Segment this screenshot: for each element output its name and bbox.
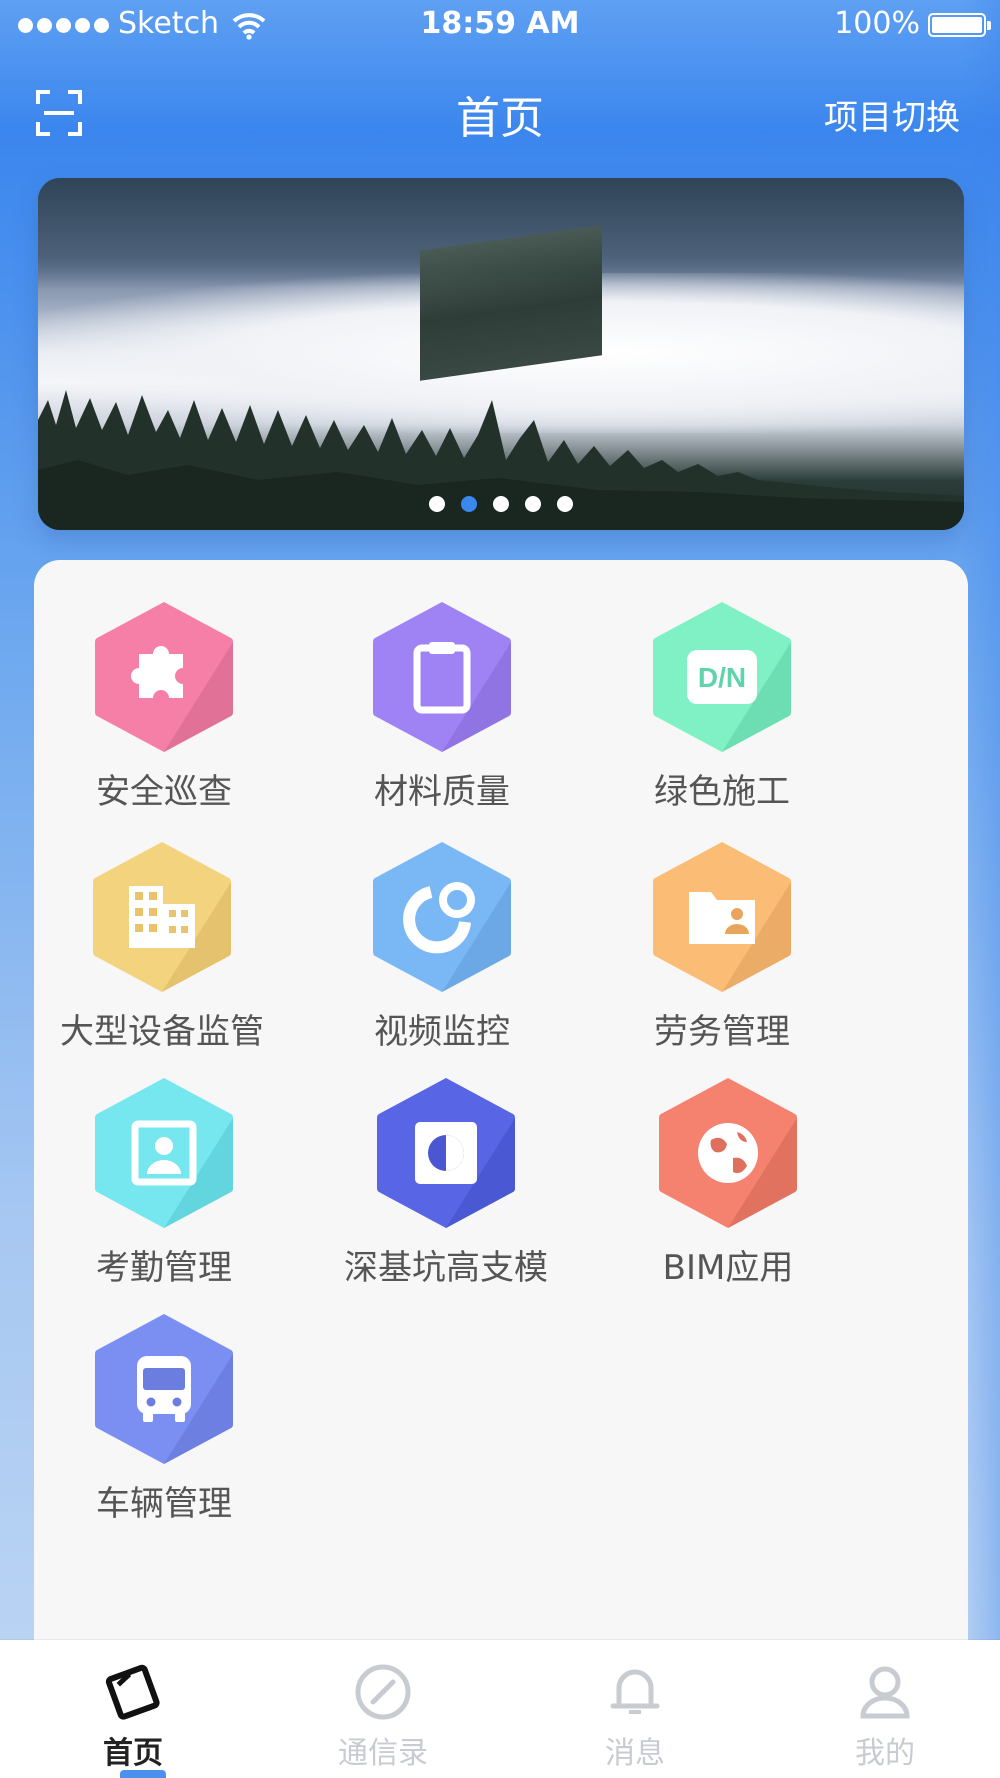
module-label: 考勤管理: [96, 1248, 232, 1288]
module-label: 绿色施工: [654, 772, 790, 812]
module-tile[interactable]: 深基坑高支模: [316, 1078, 576, 1289]
globe-icon: [659, 1078, 797, 1228]
module-label: 大型设备监管: [60, 1012, 264, 1052]
tab-item[interactable]: 首页: [8, 1640, 258, 1778]
tab-label: 首页: [103, 1736, 163, 1771]
folder-person-icon: [653, 842, 791, 992]
tab-label: 我的: [855, 1736, 915, 1771]
banner-carousel[interactable]: [38, 178, 964, 530]
module-tile[interactable]: 劳务管理: [592, 842, 852, 1053]
tab-bar: 首页 通信录 消息 我的: [0, 1640, 1000, 1778]
compass-icon: [355, 1664, 411, 1720]
svg-text:D/N: D/N: [698, 662, 746, 693]
module-label: BIM应用: [662, 1248, 794, 1288]
clipboard-icon: [373, 602, 511, 752]
module-tile[interactable]: 大型设备监管: [32, 842, 292, 1053]
module-tile[interactable]: 安全巡查: [34, 602, 294, 813]
carousel-dot[interactable]: [525, 496, 541, 512]
tab-label: 通信录: [338, 1736, 428, 1771]
camera-icon: [373, 842, 511, 992]
battery-percent: 100%: [834, 6, 920, 41]
module-label: 安全巡查: [96, 772, 232, 812]
module-label: 车辆管理: [96, 1484, 232, 1524]
module-tile[interactable]: 视频监控: [312, 842, 572, 1053]
user-icon: [860, 1666, 910, 1719]
carousel-indicators[interactable]: [38, 496, 964, 512]
tab-item[interactable]: 消息: [510, 1640, 760, 1778]
status-bar: Sketch 18:59 AM 100%: [0, 0, 1000, 52]
module-tile[interactable]: 考勤管理: [34, 1078, 294, 1289]
bell-icon: [610, 1669, 660, 1714]
module-tile[interactable]: 车辆管理: [34, 1314, 294, 1525]
battery-icon: [928, 13, 991, 37]
bus-icon: [95, 1314, 233, 1464]
carousel-dot[interactable]: [493, 496, 509, 512]
puzzle-icon: [95, 602, 233, 752]
module-label: 深基坑高支模: [344, 1248, 548, 1288]
home-card-icon: [105, 1664, 160, 1720]
module-tile[interactable]: D/N 绿色施工: [592, 602, 852, 813]
module-tile[interactable]: 材料质量: [312, 602, 572, 813]
project-switch-button[interactable]: 项目切换: [824, 90, 960, 139]
contrast-icon: [377, 1078, 515, 1228]
carousel-dot[interactable]: [557, 496, 573, 512]
module-grid: 安全巡查 材料质量 D/N 绿色施工 大型设备监管 视频监控 劳务管理 考勤管理…: [34, 560, 968, 1680]
module-label: 材料质量: [374, 772, 510, 812]
building-icon: [93, 842, 231, 992]
tab-label: 消息: [605, 1736, 665, 1771]
module-tile[interactable]: BIM应用: [598, 1078, 858, 1289]
module-label: 劳务管理: [654, 1012, 790, 1052]
tab-item[interactable]: 我的: [760, 1640, 1000, 1778]
contact-card-icon: [95, 1078, 233, 1228]
module-label: 视频监控: [374, 1012, 510, 1052]
carousel-dot[interactable]: [429, 496, 445, 512]
dn-icon: D/N: [653, 602, 791, 752]
carousel-dot[interactable]: [461, 496, 477, 512]
banner-image-overlay: [420, 225, 602, 381]
tab-item[interactable]: 通信录: [258, 1640, 508, 1778]
active-tab-indicator: [120, 1770, 166, 1778]
